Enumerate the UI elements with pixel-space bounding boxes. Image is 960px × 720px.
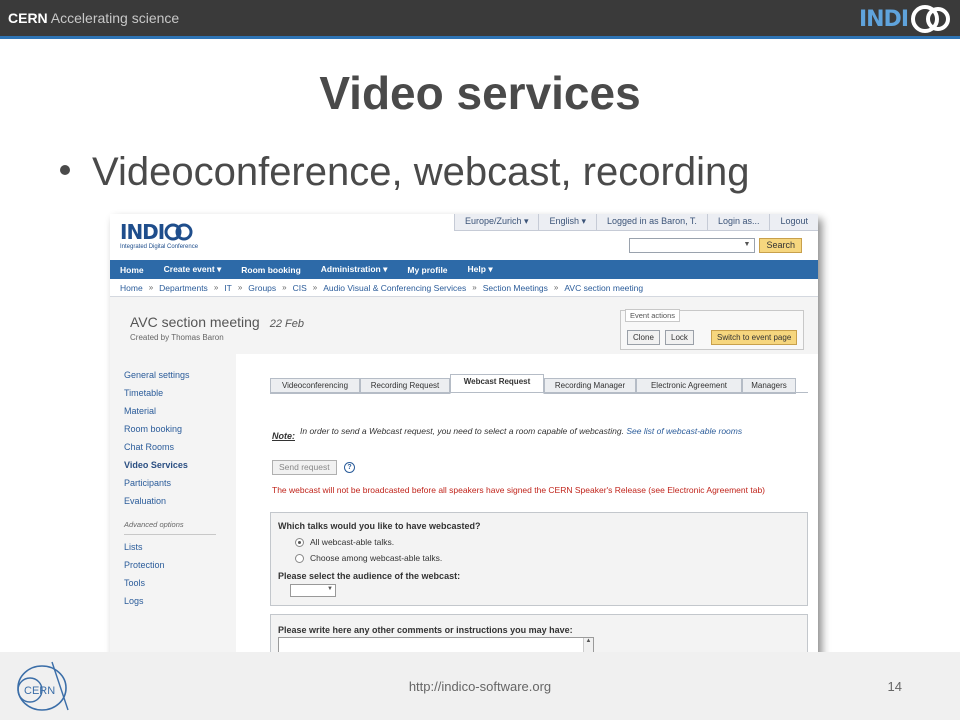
option-choose-label: Choose among webcast-able talks. bbox=[310, 553, 443, 563]
logo-word: INDI bbox=[120, 220, 165, 244]
sidebar-item-room-booking[interactable]: Room booking bbox=[124, 424, 182, 434]
lock-button[interactable]: Lock bbox=[665, 330, 694, 345]
breadcrumb-separator: » bbox=[148, 283, 154, 292]
logo-co-icon bbox=[911, 5, 950, 33]
logo-co-icon bbox=[164, 223, 193, 241]
search-button[interactable]: Search bbox=[759, 238, 802, 253]
breadcrumb-separator: » bbox=[282, 283, 287, 292]
event-actions-label: Event actions bbox=[625, 309, 681, 322]
webcast-rooms-link[interactable]: See list of webcast-able rooms bbox=[626, 426, 742, 436]
help-icon[interactable]: ? bbox=[344, 462, 355, 473]
sidebar-item-general-settings[interactable]: General settings bbox=[124, 370, 190, 380]
breadcrumb-separator: » bbox=[213, 283, 219, 292]
page-number: 14 bbox=[887, 679, 902, 694]
indico-header: INDI Integrated Digital Conference Europ… bbox=[110, 214, 818, 260]
search-row: ▼ Search bbox=[629, 238, 802, 253]
user-bar: Europe/Zurich ▾ English ▾ Logged in as B… bbox=[453, 214, 818, 231]
slide-title: Video services bbox=[319, 67, 641, 119]
sidebar-item-protection[interactable]: Protection bbox=[124, 560, 165, 570]
bullet-dot bbox=[60, 165, 70, 176]
breadcrumb-separator: » bbox=[312, 283, 318, 292]
breadcrumb-item[interactable]: AVC section meeting bbox=[564, 283, 643, 293]
indico-logo[interactable]: INDI Integrated Digital Conference bbox=[120, 220, 198, 250]
bullet-text: Videoconference, webcast, recording bbox=[92, 150, 750, 194]
option-choose-talks[interactable]: Choose among webcast-able talks. bbox=[295, 553, 442, 563]
breadcrumb-item[interactable]: Audio Visual & Conferencing Services bbox=[323, 283, 466, 293]
logged-in-label: Logged in as Baron, T. bbox=[596, 214, 707, 230]
indico-logo-top: INDI bbox=[859, 2, 952, 36]
sidebar-item-lists[interactable]: Lists bbox=[124, 542, 143, 552]
comments-question: Please write here any other comments or … bbox=[278, 625, 573, 635]
slide-bullet: Videoconference, webcast, recording bbox=[60, 150, 749, 195]
breadcrumb: Home » Departments » IT » Groups » CIS » Audi… bbox=[110, 279, 818, 297]
send-request-button[interactable]: Send request bbox=[272, 460, 337, 475]
event-name: AVC section meeting bbox=[130, 314, 260, 330]
sidebar-item-chat-rooms[interactable]: Chat Rooms bbox=[124, 442, 174, 452]
sidebar-item-material[interactable]: Material bbox=[124, 406, 156, 416]
note-text: In order to send a Webcast request, you … bbox=[300, 426, 750, 436]
event-date: 22 Feb bbox=[269, 318, 304, 330]
tab-underline bbox=[270, 392, 808, 393]
radio-all-talks[interactable] bbox=[295, 537, 304, 547]
breadcrumb-separator: » bbox=[553, 283, 559, 292]
indico-screenshot: INDI Integrated Digital Conference Europ… bbox=[110, 214, 818, 662]
logo-subtitle: Integrated Digital Conference bbox=[120, 244, 199, 250]
switch-to-event-page-button[interactable]: Switch to event page bbox=[711, 330, 798, 345]
breadcrumb-item[interactable]: Groups bbox=[248, 283, 276, 293]
breadcrumb-item[interactable]: Departments bbox=[159, 283, 208, 293]
audience-select[interactable]: ▼ bbox=[290, 584, 336, 597]
side-menu: General settings Timetable Material Room… bbox=[110, 354, 236, 662]
sidebar-divider bbox=[124, 534, 216, 535]
login-as-link[interactable]: Login as... bbox=[706, 214, 770, 230]
sidebar-item-timetable[interactable]: Timetable bbox=[124, 388, 163, 398]
breadcrumb-separator: » bbox=[472, 283, 477, 292]
breadcrumb-separator: » bbox=[237, 283, 243, 292]
radio-choose-talks[interactable] bbox=[295, 553, 304, 563]
event-actions-box: Event actions Clone Lock Switch to event… bbox=[620, 309, 804, 350]
cern-brand: CERN Accelerating science bbox=[8, 10, 180, 26]
logout-link[interactable]: Logout bbox=[769, 214, 818, 230]
webcast-warning: The webcast will not be broadcasted befo… bbox=[272, 485, 765, 495]
sidebar-item-tools[interactable]: Tools bbox=[124, 578, 145, 588]
breadcrumb-item[interactable]: IT bbox=[224, 283, 232, 293]
nav-help[interactable]: Help ▾ bbox=[458, 264, 503, 275]
note-label: Note: bbox=[272, 431, 295, 441]
chevron-down-icon: ▼ bbox=[327, 586, 333, 592]
footer-url[interactable]: http://indico-software.org bbox=[0, 679, 960, 694]
audience-question: Please select the audience of the webcas… bbox=[278, 571, 461, 581]
language-menu[interactable]: English ▾ bbox=[538, 214, 596, 230]
sidebar-item-video-services[interactable]: Video Services bbox=[124, 460, 188, 470]
nav-home[interactable]: Home bbox=[110, 265, 154, 275]
sidebar-item-participants[interactable]: Participants bbox=[124, 478, 171, 488]
nav-my-profile[interactable]: My profile bbox=[397, 265, 457, 275]
breadcrumb-item[interactable]: CIS bbox=[293, 283, 307, 293]
main-nav: Home Create event ▾ Room booking Adminis… bbox=[110, 260, 818, 279]
chevron-down-icon: ▼ bbox=[743, 241, 751, 248]
timezone-menu[interactable]: Europe/Zurich ▾ bbox=[453, 214, 539, 230]
webcast-form: Which talks would you like to have webca… bbox=[270, 512, 808, 606]
top-bar-accent-line bbox=[0, 36, 960, 39]
clone-button[interactable]: Clone bbox=[627, 330, 660, 345]
event-creator: Created by Thomas Baron bbox=[130, 333, 224, 342]
sidebar-item-logs[interactable]: Logs bbox=[124, 596, 144, 606]
search-input[interactable]: ▼ bbox=[629, 238, 756, 253]
main-content: Videoconferencing Recording Request Webc… bbox=[236, 354, 818, 662]
tab-webcast-request[interactable]: Webcast Request bbox=[450, 374, 544, 394]
note-body: In order to send a Webcast request, you … bbox=[300, 426, 624, 436]
talks-question: Which talks would you like to have webca… bbox=[278, 521, 481, 531]
nav-room-booking[interactable]: Room booking bbox=[231, 265, 311, 275]
nav-administration[interactable]: Administration ▾ bbox=[311, 264, 398, 275]
option-all-label: All webcast-able talks. bbox=[310, 537, 395, 547]
nav-create-event[interactable]: Create event ▾ bbox=[154, 264, 232, 275]
event-title: AVC section meeting 22 Feb bbox=[130, 314, 304, 330]
breadcrumb-item[interactable]: Home bbox=[120, 283, 143, 293]
option-all-talks[interactable]: All webcast-able talks. bbox=[295, 537, 394, 547]
sidebar-item-evaluation[interactable]: Evaluation bbox=[124, 496, 166, 506]
advanced-options-label: Advanced options bbox=[124, 520, 184, 529]
breadcrumb-item[interactable]: Section Meetings bbox=[483, 283, 548, 293]
logo-indi-text: INDI bbox=[858, 6, 909, 32]
